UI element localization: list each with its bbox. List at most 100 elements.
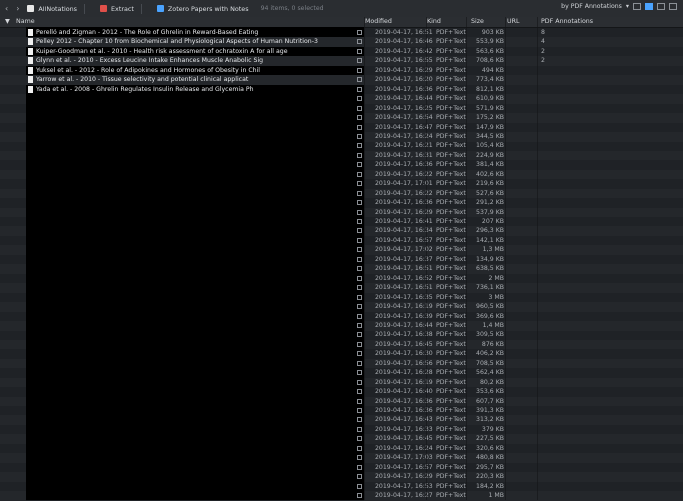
table-row[interactable]: 2019-04-17, 16:57 PDF+Text 295,7 KB: [0, 463, 683, 473]
note-icon[interactable]: [357, 190, 362, 196]
note-icon[interactable]: [357, 219, 362, 224]
note-icon[interactable]: [357, 351, 362, 357]
note-icon[interactable]: [357, 247, 362, 253]
note-icon[interactable]: [357, 58, 362, 64]
chevron-left-icon[interactable]: ‹: [5, 4, 8, 13]
table-row[interactable]: 2019-04-17, 16:30 PDF+Text 406,2 KB: [0, 349, 683, 359]
note-icon[interactable]: [357, 408, 362, 413]
table-row[interactable]: 2019-04-17, 16:54 PDF+Text 175,2 KB: [0, 113, 683, 123]
note-icon[interactable]: [357, 48, 362, 54]
table-row[interactable]: Yarrow et al. - 2010 - Tissue selectivit…: [0, 75, 683, 85]
note-icon[interactable]: [357, 115, 362, 121]
table-row[interactable]: 2019-04-17, 16:47 PDF+Text 147,9 KB: [0, 123, 683, 133]
note-icon[interactable]: [357, 455, 362, 461]
note-icon[interactable]: [357, 133, 362, 139]
note-icon[interactable]: [357, 105, 362, 111]
crumb-allnotations[interactable]: AllNotations: [27, 3, 77, 14]
table-row[interactable]: 2019-04-17, 16:36 PDF+Text 291,2 KB: [0, 198, 683, 208]
note-icon[interactable]: [357, 379, 362, 385]
table-row[interactable]: 2019-04-17, 16:22 PDF+Text 527,6 KB: [0, 188, 683, 199]
table-row[interactable]: 2019-04-17, 17:02 PDF+Text 1,3 MB: [0, 245, 683, 255]
note-icon[interactable]: [357, 493, 362, 499]
note-icon[interactable]: [357, 322, 362, 328]
table-row[interactable]: 2019-04-17, 16:39 PDF+Text 369,6 KB: [0, 312, 683, 322]
note-icon[interactable]: [357, 294, 362, 300]
table-row[interactable]: 2019-04-17, 16:25 PDF+Text 571,9 KB: [0, 104, 683, 114]
note-icon[interactable]: [357, 237, 362, 243]
note-icon[interactable]: [357, 483, 362, 489]
note-icon[interactable]: [357, 124, 362, 130]
note-icon[interactable]: [357, 426, 362, 432]
note-icon[interactable]: [357, 417, 362, 423]
table-row[interactable]: 2019-04-17, 16:35 PDF+Text 3 MB: [0, 293, 683, 303]
note-icon[interactable]: [357, 67, 362, 73]
column-kind[interactable]: Kind: [427, 18, 441, 25]
note-icon[interactable]: [357, 30, 362, 35]
sort-menu[interactable]: by PDF Annotations: [561, 3, 622, 10]
table-row[interactable]: 2019-04-17, 16:36 PDF+Text 607,7 KB: [0, 396, 683, 407]
note-icon[interactable]: [357, 162, 362, 168]
table-row[interactable]: 2019-04-17, 16:29 PDF+Text 220,3 KB: [0, 472, 683, 482]
table-row[interactable]: 2019-04-17, 16:51 PDF+Text 736,1 KB: [0, 283, 683, 293]
column-name[interactable]: Name: [16, 18, 35, 25]
column-url[interactable]: URL: [507, 18, 520, 25]
icon-view-icon[interactable]: [633, 3, 641, 10]
table-row[interactable]: 2019-04-17, 17:01 PDF+Text 219,6 KB: [0, 179, 683, 189]
note-icon[interactable]: [357, 275, 362, 281]
note-icon[interactable]: [357, 474, 362, 480]
note-icon[interactable]: [357, 152, 362, 158]
table-row[interactable]: Glynn et al. - 2010 - Excess Leucine Int…: [0, 56, 683, 66]
table-row[interactable]: 2019-04-17, 16:27 PDF+Text 1 MB: [0, 491, 683, 501]
note-icon[interactable]: [357, 86, 362, 92]
note-icon[interactable]: [357, 39, 362, 45]
note-icon[interactable]: [357, 464, 362, 470]
note-icon[interactable]: [357, 389, 362, 395]
note-icon[interactable]: [357, 360, 362, 366]
note-icon[interactable]: [357, 200, 362, 206]
note-icon[interactable]: [357, 285, 362, 291]
table-row[interactable]: 2019-04-17, 16:52 PDF+Text 2 MB: [0, 274, 683, 284]
table-row[interactable]: 2019-04-17, 16:36 PDF+Text 381,4 KB: [0, 160, 683, 170]
chevron-down-icon[interactable]: ▾: [626, 3, 629, 10]
note-icon[interactable]: [357, 304, 362, 310]
crumb-zotero-papers[interactable]: Zotero Papers with Notes: [156, 3, 249, 14]
note-icon[interactable]: [357, 209, 362, 215]
gallery-view-icon[interactable]: [669, 3, 677, 10]
column-modified[interactable]: Modified: [365, 18, 392, 25]
table-row[interactable]: 2019-04-17, 16:36 PDF+Text 391,3 KB: [0, 406, 683, 416]
column-size[interactable]: Size: [471, 18, 484, 25]
crumb-extract[interactable]: Extract: [100, 3, 134, 14]
table-row[interactable]: 2019-04-17, 16:24 PDF+Text 344,5 KB: [0, 131, 683, 142]
list-view-icon[interactable]: [645, 3, 653, 10]
table-row[interactable]: 2019-04-17, 16:19 PDF+Text 960,5 KB: [0, 302, 683, 312]
table-row[interactable]: 2019-04-17, 16:41 PDF+Text 207 KB: [0, 217, 683, 227]
table-row[interactable]: 2019-04-17, 16:44 PDF+Text 1,4 MB: [0, 320, 683, 331]
table-row[interactable]: 2019-04-17, 16:33 PDF+Text 379 KB: [0, 425, 683, 435]
table-row[interactable]: Perelló and Zigman - 2012 - The Role of …: [0, 28, 683, 38]
table-row[interactable]: 2019-04-17, 16:56 PDF+Text 708,5 KB: [0, 358, 683, 369]
table-row[interactable]: 2019-04-17, 16:28 PDF+Text 562,4 KB: [0, 368, 683, 378]
note-icon[interactable]: [357, 256, 362, 262]
note-icon[interactable]: [357, 370, 362, 376]
table-row[interactable]: 2019-04-17, 16:45 PDF+Text 227,5 KB: [0, 434, 683, 444]
note-icon[interactable]: [357, 143, 362, 149]
note-icon[interactable]: [357, 436, 362, 442]
note-icon[interactable]: [357, 266, 362, 272]
table-row[interactable]: 2019-04-17, 16:31 PDF+Text 224,9 KB: [0, 150, 683, 161]
table-row[interactable]: 2019-04-17, 16:22 PDF+Text 402,6 KB: [0, 169, 683, 180]
table-row[interactable]: 2019-04-17, 16:45 PDF+Text 876 KB: [0, 339, 683, 350]
note-icon[interactable]: [357, 341, 362, 347]
table-row[interactable]: 2019-04-17, 16:38 PDF+Text 309,5 KB: [0, 330, 683, 340]
table-row[interactable]: 2019-04-17, 16:44 PDF+Text 610,9 KB: [0, 94, 683, 104]
table-row[interactable]: Pelley 2012 - Chapter 10 from Biochemica…: [0, 37, 683, 48]
table-row[interactable]: 2019-04-17, 16:53 PDF+Text 184,2 KB: [0, 482, 683, 492]
table-row[interactable]: Yuksel et al. - 2012 - Role of Adipokine…: [0, 66, 683, 76]
table-row[interactable]: 2019-04-17, 16:37 PDF+Text 134,9 KB: [0, 255, 683, 265]
table-row[interactable]: Yada et al. - 2008 - Ghrelin Regulates I…: [0, 85, 683, 95]
note-icon[interactable]: [357, 171, 362, 177]
table-row[interactable]: 2019-04-17, 16:29 PDF+Text 537,9 KB: [0, 207, 683, 218]
chevron-right-icon[interactable]: ›: [16, 4, 19, 13]
table-row[interactable]: 2019-04-17, 16:43 PDF+Text 313,2 KB: [0, 415, 683, 426]
table-row[interactable]: 2019-04-17, 16:57 PDF+Text 142,1 KB: [0, 236, 683, 246]
column-view-icon[interactable]: [657, 3, 665, 10]
